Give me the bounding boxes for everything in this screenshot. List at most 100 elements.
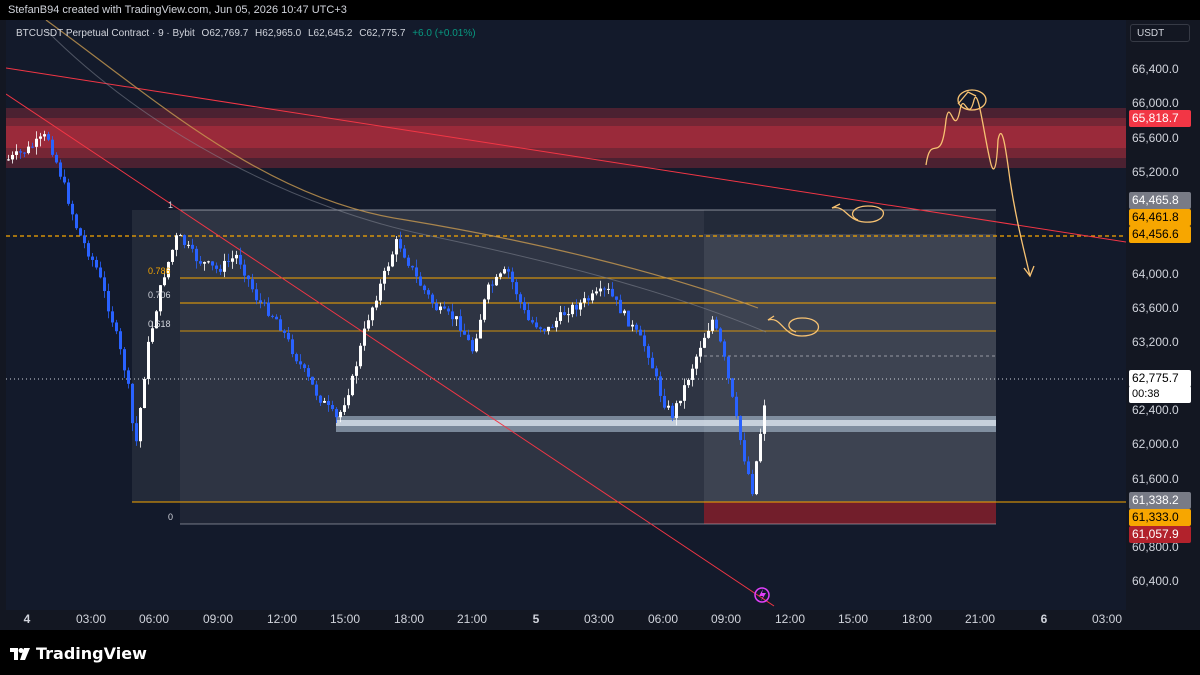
candle-body[interactable] <box>747 461 750 475</box>
candle-body[interactable] <box>215 265 218 269</box>
candle-body[interactable] <box>675 403 678 418</box>
candle-body[interactable] <box>251 279 254 290</box>
candle-body[interactable] <box>163 277 166 286</box>
candle-body[interactable] <box>91 256 94 260</box>
price-tag-resistance[interactable]: 65,818.7 <box>1129 110 1191 127</box>
candle-body[interactable] <box>511 271 514 283</box>
candle-body[interactable] <box>331 405 334 410</box>
candle-body[interactable] <box>199 261 202 264</box>
candle-body[interactable] <box>151 328 154 342</box>
candle-body[interactable] <box>591 293 594 301</box>
candle-body[interactable] <box>535 322 538 328</box>
candle-body[interactable] <box>719 328 722 342</box>
time-axis[interactable]: 4 03:00 06:00 09:00 12:00 15:00 18:00 21… <box>0 610 1126 630</box>
candle-body[interactable] <box>683 385 686 401</box>
candle-body[interactable] <box>371 307 374 321</box>
stop-zone[interactable] <box>704 502 996 524</box>
candle-body[interactable] <box>647 346 650 358</box>
candle-body[interactable] <box>435 303 438 311</box>
candle-body[interactable] <box>579 302 582 310</box>
candle-body[interactable] <box>723 341 726 357</box>
candle-body[interactable] <box>463 330 466 335</box>
candle-body[interactable] <box>447 308 450 312</box>
candle-body[interactable] <box>691 368 694 380</box>
candle-body[interactable] <box>599 288 602 292</box>
candle-body[interactable] <box>611 288 614 297</box>
candle-body[interactable] <box>415 267 418 277</box>
candle-body[interactable] <box>95 259 98 268</box>
candle-body[interactable] <box>19 151 22 153</box>
candle-body[interactable] <box>623 310 626 314</box>
candle-body[interactable] <box>279 319 282 331</box>
candle-body[interactable] <box>231 258 234 262</box>
candle-body[interactable] <box>247 275 250 280</box>
chart-area[interactable]: BTCUSDT Perpetual Contract · 9 · Bybit O… <box>0 20 1200 630</box>
candle-body[interactable] <box>751 474 754 495</box>
candle-body[interactable] <box>439 306 442 311</box>
candle-body[interactable] <box>503 269 506 274</box>
candle-body[interactable] <box>651 357 654 369</box>
candle-body[interactable] <box>507 269 510 272</box>
candle-body[interactable] <box>547 326 550 332</box>
price-chart[interactable] <box>6 20 1126 610</box>
candle-body[interactable] <box>655 368 658 377</box>
candle-body[interactable] <box>63 176 66 183</box>
candle-body[interactable] <box>495 276 498 286</box>
candle-body[interactable] <box>471 340 474 352</box>
candle-body[interactable] <box>255 289 258 301</box>
candle-body[interactable] <box>455 316 458 320</box>
candle-body[interactable] <box>391 254 394 267</box>
candle-body[interactable] <box>619 299 622 314</box>
candle-body[interactable] <box>287 332 290 340</box>
candle-body[interactable] <box>323 400 326 403</box>
candle-body[interactable] <box>131 383 134 424</box>
candle-body[interactable] <box>479 319 482 339</box>
candle-body[interactable] <box>587 298 590 301</box>
candle-body[interactable] <box>707 330 710 338</box>
candle-body[interactable] <box>359 345 362 367</box>
candle-body[interactable] <box>295 354 298 362</box>
candle-body[interactable] <box>43 134 46 137</box>
candle-body[interactable] <box>679 400 682 404</box>
price-tag-orange-1[interactable]: 64,461.8 <box>1129 209 1191 226</box>
candle-body[interactable] <box>419 276 422 286</box>
candle-body[interactable] <box>499 273 502 277</box>
candle-body[interactable] <box>735 396 738 416</box>
symbol-legend[interactable]: BTCUSDT Perpetual Contract · 9 · Bybit O… <box>16 28 480 39</box>
tradingview-logo[interactable]: TradingView <box>10 644 147 663</box>
candle-body[interactable] <box>491 284 494 286</box>
candle-body[interactable] <box>387 266 390 271</box>
candle-body[interactable] <box>459 316 462 331</box>
price-tag-orange-2[interactable]: 64,456.6 <box>1129 226 1191 243</box>
candle-body[interactable] <box>283 330 286 333</box>
candle-body[interactable] <box>743 440 746 462</box>
candle-body[interactable] <box>55 154 58 163</box>
candle-body[interactable] <box>739 415 742 441</box>
candle-body[interactable] <box>339 411 342 418</box>
candle-body[interactable] <box>139 408 142 442</box>
candle-body[interactable] <box>67 182 70 204</box>
candle-body[interactable] <box>299 361 302 365</box>
candle-body[interactable] <box>731 378 734 397</box>
candle-body[interactable] <box>427 290 430 295</box>
candle-body[interactable] <box>695 356 698 369</box>
candle-body[interactable] <box>755 461 758 495</box>
candle-body[interactable] <box>83 235 86 244</box>
candle-body[interactable] <box>639 329 642 336</box>
candle-body[interactable] <box>47 134 50 140</box>
candle-body[interactable] <box>191 244 194 249</box>
candle-body[interactable] <box>671 405 674 418</box>
candle-body[interactable] <box>107 291 110 312</box>
candle-body[interactable] <box>291 339 294 355</box>
candle-body[interactable] <box>123 349 126 371</box>
candle-body[interactable] <box>451 311 454 320</box>
candle-body[interactable] <box>715 319 718 329</box>
candle-body[interactable] <box>607 288 610 290</box>
candle-body[interactable] <box>531 320 534 323</box>
candle-body[interactable] <box>571 304 574 315</box>
candle-body[interactable] <box>263 302 266 304</box>
candle-body[interactable] <box>759 433 762 462</box>
candle-body[interactable] <box>519 294 522 303</box>
candle-body[interactable] <box>179 235 182 237</box>
candle-body[interactable] <box>11 154 14 160</box>
